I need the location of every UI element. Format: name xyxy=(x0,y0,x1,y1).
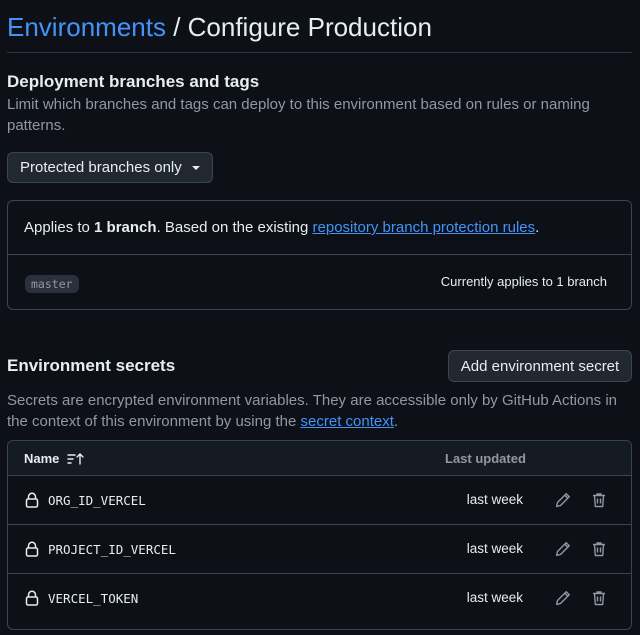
secret-name: ORG_ID_VERCEL xyxy=(48,493,146,508)
trash-icon[interactable] xyxy=(591,590,607,606)
secret-last-updated: last week xyxy=(466,590,523,605)
deployment-heading: Deployment branches and tags xyxy=(7,72,260,91)
lock-icon xyxy=(25,492,39,508)
lock-icon xyxy=(25,541,39,557)
trash-icon[interactable] xyxy=(591,541,607,557)
lock-icon xyxy=(25,590,39,606)
pencil-icon[interactable] xyxy=(555,590,571,606)
applies-text: Applies to 1 branch. Based on the existi… xyxy=(24,219,539,236)
column-name-label: Name xyxy=(24,451,60,466)
panel-divider xyxy=(8,254,631,255)
secret-row: ORG_ID_VERCEL last week xyxy=(8,476,631,525)
secret-name: VERCEL_TOKEN xyxy=(48,591,139,606)
secret-last-updated: last week xyxy=(466,541,523,556)
branch-protection-rules-link[interactable]: repository branch protection rules xyxy=(313,219,536,236)
page-title-text: Configure Production xyxy=(187,12,432,42)
applies-suffix: . xyxy=(535,219,540,236)
pencil-icon[interactable] xyxy=(555,541,571,557)
deployment-branches-dropdown[interactable]: Protected branches only xyxy=(7,152,213,183)
breadcrumb-separator: / xyxy=(165,12,188,42)
applies-count: 1 branch xyxy=(94,219,157,236)
secret-row: VERCEL_TOKEN last week xyxy=(8,574,631,623)
deployment-description: Limit which branches and tags can deploy… xyxy=(7,96,590,134)
caret-down-icon xyxy=(191,165,200,170)
secrets-table: Name Last updated ORG_ID_VERCEL last wee… xyxy=(7,440,632,630)
secret-name: PROJECT_ID_VERCEL xyxy=(48,542,176,557)
branch-name-chip: master xyxy=(25,275,79,293)
pencil-icon[interactable] xyxy=(555,492,571,508)
secret-last-updated: last week xyxy=(466,492,523,507)
column-header-updated: Last updated xyxy=(445,451,526,466)
title-divider xyxy=(7,52,632,53)
applies-mid: . Based on the existing xyxy=(156,219,313,236)
applies-prefix: Applies to xyxy=(24,219,95,236)
trash-icon[interactable] xyxy=(591,492,607,508)
breadcrumb-environments-link[interactable]: Environments xyxy=(7,12,166,42)
secrets-heading: Environment secrets xyxy=(7,356,176,375)
column-header-name: Name xyxy=(24,451,85,466)
secrets-table-header: Name Last updated xyxy=(8,441,631,476)
page-title: Environments / Configure Production xyxy=(7,10,432,44)
add-environment-secret-button[interactable]: Add environment secret xyxy=(448,350,632,382)
secret-row: PROJECT_ID_VERCEL last week xyxy=(8,525,631,574)
branch-rules-panel: Applies to 1 branch. Based on the existi… xyxy=(7,200,632,310)
applies-status: Currently applies to 1 branch xyxy=(440,274,607,289)
dropdown-value: Protected branches only xyxy=(20,159,182,176)
secret-context-link[interactable]: secret context xyxy=(301,413,394,430)
secrets-description: Secrets are encrypted environment variab… xyxy=(7,390,632,432)
sort-ascending-icon[interactable] xyxy=(67,452,85,466)
secrets-description-suffix: . xyxy=(393,413,399,430)
